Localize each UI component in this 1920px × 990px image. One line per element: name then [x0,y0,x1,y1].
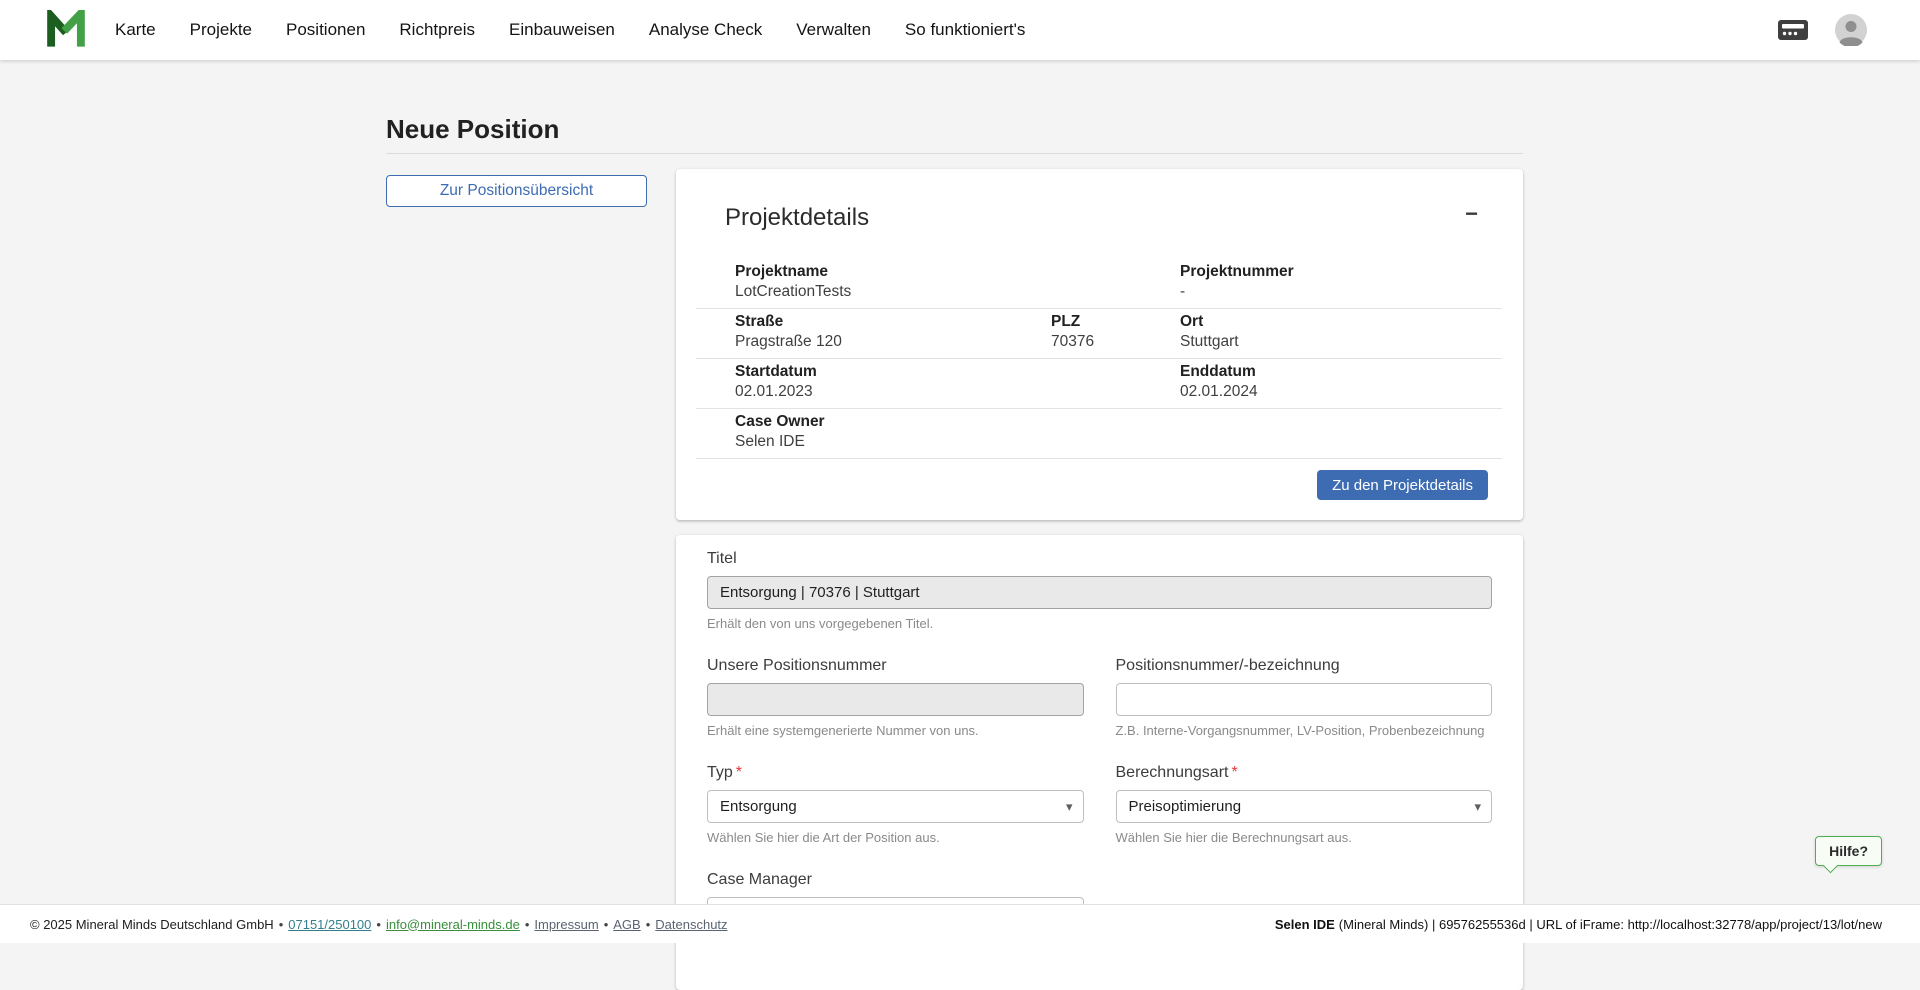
user-avatar[interactable] [1835,14,1867,46]
titel-field: Titel Erhält den von uns vorgegebenen Ti… [707,549,1492,632]
session-info: Selen IDE (Mineral Minds) | 69576255536d … [1275,917,1882,932]
session-details: (Mineral Minds) | 69576255536d | URL of … [1339,917,1882,932]
titel-help-text: Erhält den von uns vorgegebenen Titel. [707,616,1492,632]
position-number-field: Positionsnummer/-bezeichnung Z.B. Intern… [1116,656,1493,739]
typ-field: Typ* Entsorgung ▾ Wählen Sie hier die Ar… [707,763,1084,846]
detail-enddatum: Enddatum 02.01.2024 [1180,362,1502,402]
position-overview-button[interactable]: Zur Positionsübersicht [386,175,647,207]
nav-item-analyse-check[interactable]: Analyse Check [649,20,762,40]
our-position-number-input [707,683,1084,716]
chevron-down-icon: ▾ [1474,799,1481,815]
right-column: Projektdetails − Projektname LotCreation… [676,169,1523,990]
required-asterisk: * [736,764,742,781]
our-position-number-field: Unsere Positionsnummer Erhält eine syste… [707,656,1084,739]
berechnungsart-select-value: Preisoptimierung [1129,798,1242,815]
chevron-down-icon: ▾ [1066,799,1073,815]
separator: • [646,917,651,932]
main-nav: Karte Projekte Positionen Richtpreis Ein… [115,20,1025,40]
nav-item-karte[interactable]: Karte [115,20,156,40]
typ-select-value: Entsorgung [720,798,797,815]
typ-label: Typ* [707,763,1084,782]
table-row: Straße Pragstraße 120 PLZ 70376 Ort Stut… [696,309,1502,359]
separator: • [279,917,284,932]
required-asterisk: * [1231,764,1237,781]
phone-link[interactable]: 07151/250100 [288,917,371,932]
nav-item-verwalten[interactable]: Verwalten [796,20,871,40]
page-title: Neue Position [386,112,1523,146]
table-row: Case Owner Selen IDE [696,409,1502,459]
help-button[interactable]: Hilfe? [1815,836,1882,866]
field-label: Projektnummer [1180,262,1502,282]
copyright-text: © 2025 Mineral Minds Deutschland GmbH [30,917,274,932]
field-value: - [1180,282,1502,302]
detail-ort: Ort Stuttgart [1180,312,1502,352]
card-reader-icon[interactable] [1777,19,1809,41]
project-details-title: Projektdetails [725,203,869,233]
detail-case-owner: Case Owner Selen IDE [696,412,1502,452]
project-details-card: Projektdetails − Projektname LotCreation… [676,169,1523,520]
our-position-number-help-text: Erhält eine systemgenerierte Nummer von … [707,723,1084,739]
berechnungsart-field: Berechnungsart* Preisoptimierung ▾ Wähle… [1116,763,1493,846]
datenschutz-link[interactable]: Datenschutz [655,917,727,932]
footer-left: © 2025 Mineral Minds Deutschland GmbH • … [30,917,728,932]
project-details-table: Projektname LotCreationTests Projektnumm… [696,259,1502,459]
position-number-label: Positionsnummer/-bezeichnung [1116,656,1493,675]
navbar-right [1777,14,1867,46]
field-label: Projektname [735,262,1180,282]
field-value: 70376 [1051,332,1180,352]
berechnungsart-help-text: Wählen Sie hier die Berechnungsart aus. [1116,830,1493,846]
titel-label: Titel [707,549,1492,568]
detail-plz: PLZ 70376 [1051,312,1180,352]
table-row: Projektname LotCreationTests Projektnumm… [696,259,1502,309]
berechnungsart-label: Berechnungsart* [1116,763,1493,782]
detail-projektname: Projektname LotCreationTests [696,262,1180,302]
field-label: Case Owner [735,412,1502,432]
separator: • [604,917,609,932]
our-position-number-label: Unsere Positionsnummer [707,656,1084,675]
app-logo[interactable] [45,10,87,50]
position-number-input[interactable] [1116,683,1493,716]
field-label: Straße [735,312,1051,332]
field-value: 02.01.2023 [735,382,1180,402]
nav-item-einbauweisen[interactable]: Einbauweisen [509,20,615,40]
collapse-icon[interactable]: − [1465,203,1478,225]
project-details-button[interactable]: Zu den Projektdetails [1317,470,1488,500]
field-label: PLZ [1051,312,1180,332]
field-label: Ort [1180,312,1502,332]
left-column: Zur Positionsübersicht [386,169,676,990]
case-manager-label: Case Manager [707,870,1084,889]
titel-input [707,576,1492,609]
field-value: LotCreationTests [735,282,1180,302]
position-number-help-text: Z.B. Interne-Vorgangsnummer, LV-Position… [1116,723,1493,739]
separator: • [525,917,530,932]
mineral-minds-logo-icon [45,10,87,50]
main-content: Neue Position Zur Positionsübersicht Pro… [0,112,1920,990]
separator: • [376,917,381,932]
field-value: Selen IDE [735,432,1502,452]
top-navbar: Karte Projekte Positionen Richtpreis Ein… [0,0,1920,60]
detail-strasse: Straße Pragstraße 120 [696,312,1051,352]
table-row: Startdatum 02.01.2023 Enddatum 02.01.202… [696,359,1502,409]
typ-help-text: Wählen Sie hier die Art der Position aus… [707,830,1084,846]
nav-item-richtpreis[interactable]: Richtpreis [399,20,475,40]
nav-item-so-funktionierts[interactable]: So funktioniert's [905,20,1025,40]
field-value: Stuttgart [1180,332,1502,352]
field-label: Startdatum [735,362,1180,382]
detail-startdatum: Startdatum 02.01.2023 [696,362,1180,402]
impressum-link[interactable]: Impressum [534,917,598,932]
session-user: Selen IDE [1275,917,1335,932]
field-label: Enddatum [1180,362,1502,382]
berechnungsart-select[interactable]: Preisoptimierung ▾ [1116,790,1493,823]
field-value: Pragstraße 120 [735,332,1051,352]
nav-item-positionen[interactable]: Positionen [286,20,365,40]
nav-item-projekte[interactable]: Projekte [190,20,252,40]
detail-projektnummer: Projektnummer - [1180,262,1502,302]
field-value: 02.01.2024 [1180,382,1502,402]
email-link[interactable]: info@mineral-minds.de [386,917,520,932]
footer: © 2025 Mineral Minds Deutschland GmbH • … [0,904,1920,943]
agb-link[interactable]: AGB [613,917,640,932]
typ-select[interactable]: Entsorgung ▾ [707,790,1084,823]
title-divider [386,153,1523,154]
